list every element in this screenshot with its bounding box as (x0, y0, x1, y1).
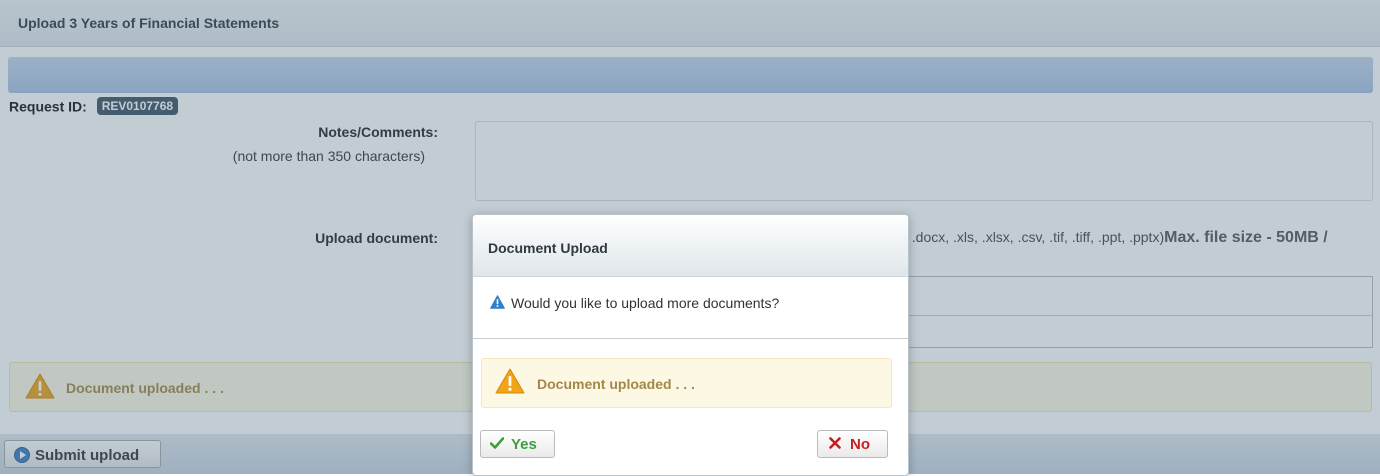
yes-button[interactable]: Yes (480, 430, 555, 458)
no-button[interactable]: No (817, 430, 888, 458)
dialog-status-text: Document uploaded . . . (537, 376, 695, 392)
yes-label: Yes (511, 436, 537, 453)
warning-icon (495, 367, 525, 398)
dialog-title: Document Upload (473, 215, 908, 277)
document-upload-dialog: Document Upload Would you like to upload… (472, 214, 909, 476)
no-label: No (850, 436, 870, 453)
x-icon (829, 436, 845, 453)
info-triangle-icon (490, 295, 505, 312)
dialog-question: Would you like to upload more documents? (490, 295, 779, 312)
check-icon (489, 436, 506, 453)
dialog-question-text: Would you like to upload more documents? (511, 295, 780, 311)
dialog-status-alert: Document uploaded . . . (481, 358, 892, 408)
dialog-divider (473, 338, 908, 339)
